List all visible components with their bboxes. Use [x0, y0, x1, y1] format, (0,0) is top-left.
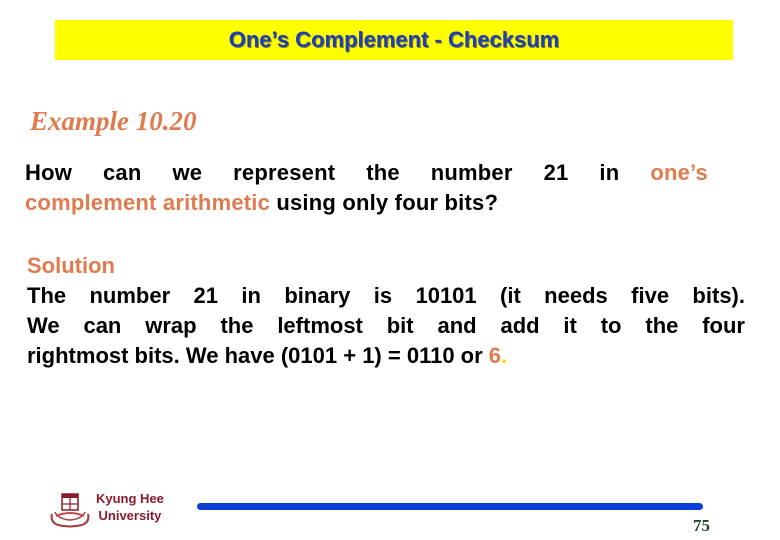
question-accent-arith: complement arithmetic [25, 190, 271, 215]
solution-block: Solution The number 21 in binary is 1010… [27, 251, 745, 371]
title-bar: One’s Complement - Checksum [55, 20, 733, 60]
university-line-1: Kyung Hee [96, 491, 164, 506]
solution-line-2: We can wrap the leftmost bit and add it … [27, 313, 745, 338]
slide-title: One’s Complement - Checksum [228, 27, 560, 52]
page-number: 75 [693, 516, 710, 535]
university-crest-icon [48, 488, 92, 528]
university-line-2: University [98, 508, 162, 523]
solution-line-3-text: rightmost bits. We have (0101 + 1) = 011… [27, 343, 489, 368]
question-line-2-text: using only four bits? [270, 190, 499, 215]
question-accent-ones: one’s [650, 160, 708, 185]
solution-heading: Solution [27, 253, 115, 278]
question-line-2: complement arithmetic using only four bi… [25, 190, 498, 215]
question-text: How can we represent the number 21 in on… [25, 158, 708, 218]
solution-answer: 6 [488, 343, 502, 368]
solution-line-1: The number 21 in binary is 10101 (it nee… [27, 283, 745, 308]
solution-line-3: rightmost bits. We have (0101 + 1) = 011… [27, 341, 745, 371]
university-name: Kyung Hee University [96, 490, 164, 524]
question-line-1: How can we represent the number 21 in on… [25, 158, 708, 188]
question-line-1-text: How can we represent the number 21 in [25, 160, 651, 185]
example-label: Example 10.20 [30, 106, 197, 136]
footer-rule [197, 503, 703, 510]
solution-period: . [501, 343, 508, 368]
